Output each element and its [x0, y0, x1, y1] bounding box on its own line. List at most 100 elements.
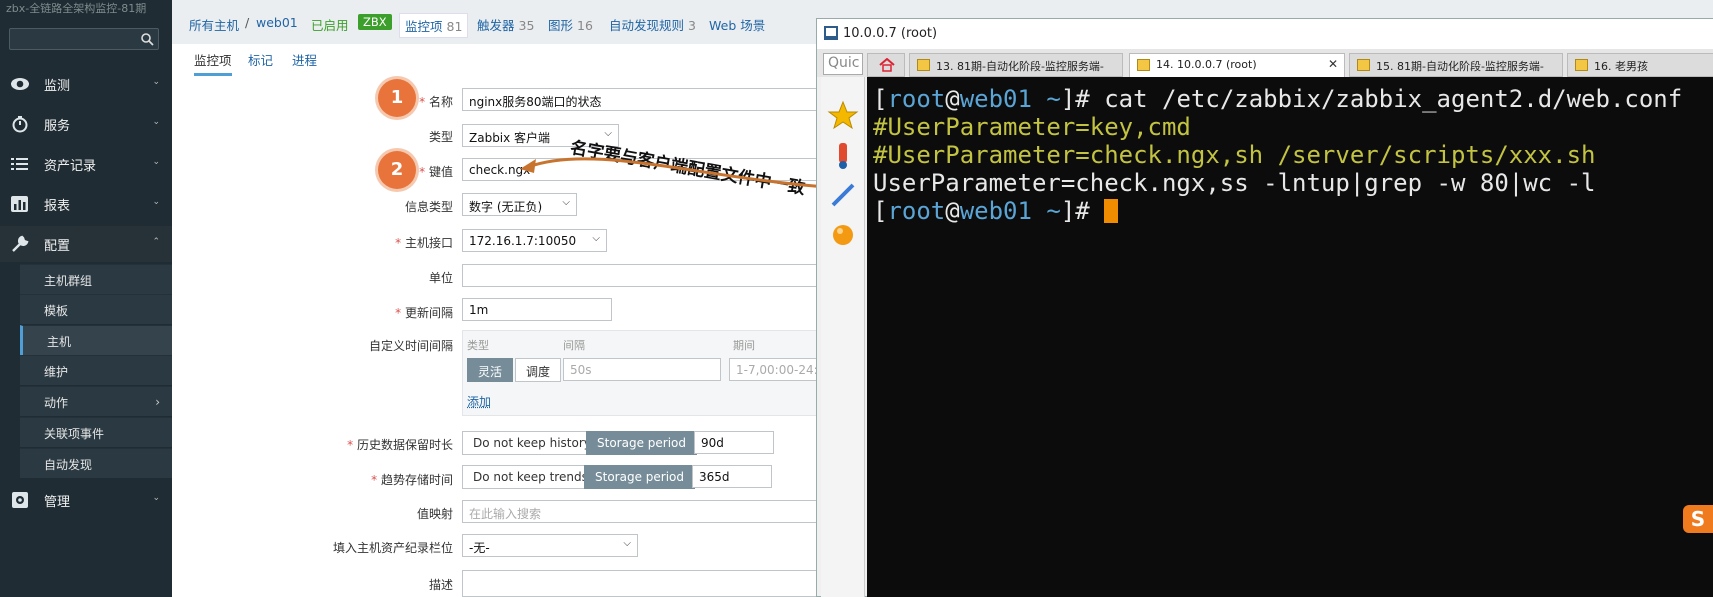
nav-label: 服务 [44, 115, 70, 134]
breadcrumb-graphs[interactable]: 图形 16 [548, 15, 593, 34]
valuemap-field[interactable]: 在此输入搜索 [462, 500, 818, 523]
terminal-tab-14[interactable]: 14. 10.0.0.7 (root) ✕ [1129, 53, 1345, 77]
sub-maintenance[interactable]: 维护 [20, 355, 172, 385]
terminal-tabbar: Quic 13. 81期-自动化阶段-监控服务端- 14. 10.0.0.7 (… [817, 49, 1713, 77]
custom-intervals-label: 自定义时间间隔 [153, 337, 453, 354]
nav-configuration[interactable]: 配置 ⌃ [0, 226, 172, 262]
sub-event-correlation[interactable]: 关联项事件 [20, 417, 172, 447]
terminal-output[interactable]: [root@web01 ~]# cat /etc/zabbix/zabbix_a… [867, 77, 1713, 597]
interval-label: * 更新间隔 [153, 304, 453, 321]
interface-label: * 主机接口 [153, 234, 453, 251]
terminal-line: [root@web01 ~]# cat /etc/zabbix/zabbix_a… [873, 85, 1708, 113]
prompt-host: web01 [960, 85, 1032, 113]
graphs-count: 16 [577, 18, 593, 33]
home-tab[interactable] [867, 53, 905, 77]
sub-hosts[interactable]: 主机 [20, 325, 172, 355]
tab-preprocessing[interactable]: 进程 [292, 50, 317, 69]
custom-intervals-table: 类型 间隔 期间 灵活 调度 50s 1-7,00:00-24:00 添加 [462, 330, 818, 416]
triggers-label: 触发器 [477, 18, 515, 33]
nav-label: 配置 [44, 235, 70, 254]
terminal-tab-16[interactable]: 16. 老男孩 [1567, 53, 1713, 77]
eye-icon [10, 75, 30, 93]
key-icon [1137, 59, 1150, 71]
sub-label: 维护 [44, 363, 68, 380]
name-field[interactable]: nginx服务80端口的状态 [462, 88, 818, 111]
host-status-enabled[interactable]: 已启用 [311, 15, 349, 34]
nav-services[interactable]: 服务 ⌄ [0, 106, 172, 142]
add-interval-link[interactable]: 添加 [467, 393, 491, 410]
item-tabs: 监控项 标记 进程 [172, 44, 818, 72]
breadcrumb-web[interactable]: Web 场景 [709, 15, 765, 34]
sub-templates[interactable]: 模板 [20, 294, 172, 324]
graphs-label: 图形 [548, 18, 573, 33]
chevron-down-icon: ⌵ [604, 128, 612, 139]
trends-storage-toggle[interactable]: Storage period [584, 465, 695, 489]
search-icon[interactable] [140, 32, 154, 46]
sub-host-groups[interactable]: 主机群组 [20, 264, 172, 294]
terminal-line: UserParameter=check.ngx,ss -lntup|grep -… [873, 169, 1708, 197]
interval-field[interactable]: 1m [462, 298, 612, 321]
host-breadcrumb: 所有主机 / web01 已启用 ZBX 监控项 81 触发器 35 图形 16… [172, 0, 818, 44]
discovery-label: 自动发现规则 [609, 18, 684, 33]
inventory-select[interactable]: -无- ⌵ [462, 534, 638, 557]
quick-connect-input[interactable]: Quic [823, 53, 863, 75]
items-count: 81 [447, 19, 463, 34]
tool-icon[interactable] [827, 139, 859, 171]
description-field[interactable] [462, 570, 818, 597]
breadcrumb-items[interactable]: 监控项 81 [399, 13, 468, 38]
terminal-command: cat /etc/zabbix/zabbix_agent2.d/web.conf [1104, 85, 1682, 113]
tab-item[interactable]: 监控项 [194, 50, 232, 76]
close-icon[interactable]: ✕ [1328, 57, 1338, 71]
prompt-host: web01 [960, 197, 1032, 225]
trends-no-keep-toggle[interactable]: Do not keep trends [462, 465, 599, 489]
description-label: 描述 [153, 576, 453, 593]
terminal-tab-15[interactable]: 15. 81期-自动化阶段-监控服务端- [1349, 53, 1563, 77]
pen-icon[interactable] [827, 179, 859, 211]
history-no-keep-toggle[interactable]: Do not keep history [462, 431, 602, 455]
sub-label: 主机 [47, 333, 71, 350]
terminal-line: #UserParameter=key,cmd [873, 113, 1708, 141]
scheduling-toggle[interactable]: 调度 [515, 358, 561, 382]
unit-field[interactable] [462, 264, 818, 287]
terminal-title: 10.0.0.7 (root) [843, 26, 937, 41]
interface-select[interactable]: 172.16.1.7:10050 ⌵ [462, 229, 607, 252]
nav-monitoring[interactable]: 监测 ⌄ [0, 66, 172, 102]
globe-icon[interactable] [827, 219, 859, 251]
zbx-availability-badge: ZBX [358, 14, 392, 30]
sub-label: 主机群组 [44, 272, 92, 289]
nav-reports[interactable]: 报表 ⌄ [0, 186, 172, 222]
star-icon[interactable] [827, 99, 859, 131]
unit-label: 单位 [153, 269, 453, 286]
chevron-down-icon: ⌄ [152, 493, 160, 503]
nav-inventory[interactable]: 资产记录 ⌄ [0, 146, 172, 182]
custom-interval-field[interactable]: 50s [563, 358, 721, 381]
custom-period-field[interactable]: 1-7,00:00-24:00 [729, 358, 819, 381]
sub-discovery[interactable]: 自动发现 [20, 448, 172, 478]
terminal-cursor [1104, 199, 1118, 223]
quick-toolbar [821, 77, 865, 597]
terminal-tab-13[interactable]: 13. 81期-自动化阶段-监控服务端- [909, 53, 1123, 77]
trends-field[interactable]: 365d [692, 465, 772, 488]
custom-head-interval: 间隔 [563, 337, 585, 353]
history-label: * 历史数据保留时长 [153, 436, 453, 453]
ime-icon[interactable]: S [1683, 505, 1713, 533]
history-field[interactable]: 90d [694, 431, 774, 454]
sub-label: 模板 [44, 302, 68, 319]
breadcrumb-host[interactable]: web01 [256, 15, 298, 30]
chevron-down-icon: ⌄ [152, 117, 160, 127]
tab-label: 14. 10.0.0.7 (root) [1156, 58, 1257, 71]
history-storage-toggle[interactable]: Storage period [586, 431, 697, 455]
nav-administration[interactable]: 管理 ⌄ [0, 482, 172, 518]
sub-actions[interactable]: 动作 › [20, 386, 172, 416]
flexible-toggle[interactable]: 灵活 [467, 358, 513, 382]
clock-icon [10, 115, 30, 133]
app-title: zbx-全链路全架构监控-81期 [6, 0, 146, 16]
breadcrumb-discovery[interactable]: 自动发现规则 3 [609, 15, 696, 34]
breadcrumb-triggers[interactable]: 触发器 35 [477, 15, 534, 34]
tab-tags[interactable]: 标记 [248, 50, 273, 69]
terminal-window: 10.0.0.7 (root) Quic 13. 81期-自动化阶段-监控服务端… [816, 18, 1713, 597]
search-input[interactable] [9, 28, 159, 50]
nav-label: 管理 [44, 491, 70, 510]
breadcrumb-all-hosts[interactable]: 所有主机 [189, 15, 239, 34]
key-icon [1575, 59, 1588, 71]
